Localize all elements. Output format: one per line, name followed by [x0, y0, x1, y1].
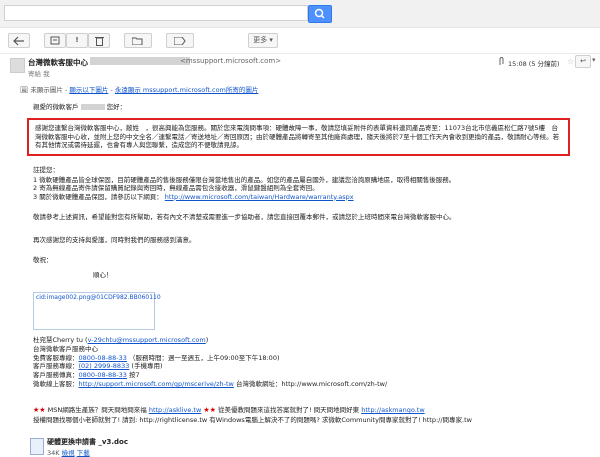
archive-button[interactable] [44, 33, 66, 48]
support-link[interactable]: http://support.microsoft.com/gp/mscerive… [79, 380, 234, 388]
wish: 順心！ [93, 271, 113, 279]
search-button[interactable] [308, 5, 332, 23]
signature: 杜宛慧Cherry tu (v-29chtu@mssupport.microso… [33, 336, 578, 389]
chevron-down-icon: ▾ [269, 36, 273, 44]
fax-link[interactable]: 0800-08-88-33 [79, 371, 127, 379]
timestamp: 15:08 (5 分鐘前) [508, 60, 560, 68]
label-icon [173, 36, 186, 46]
notice-box: 感謝您連繫台灣微軟客服中心，敝姓 ，很高興能為您服務。關於您來電詢問事項：硬體故… [27, 118, 570, 156]
show-images-link[interactable]: 顯示以下圖片 [69, 86, 108, 94]
images-notice-text: 未顯示圖片 [30, 86, 63, 94]
sig-row: 微軟線上客服：http://support.microsoft.com/gp/m… [33, 379, 388, 388]
asklive-link[interactable]: http://asklive.tw [149, 406, 201, 414]
download-attachment-link[interactable]: 下載 [77, 449, 90, 457]
attachment-clip-icon [498, 56, 505, 68]
trash-icon [94, 37, 104, 46]
move-to-button[interactable] [124, 33, 152, 48]
sig-center: 台灣微軟客戶服務中心 [33, 344, 98, 353]
promo-line-1: ★★ MSN網路生產族？問天問地問來福 http://asklive.tw ★★… [33, 406, 425, 414]
star-icon[interactable]: ☆ [567, 57, 574, 66]
back-button[interactable] [8, 33, 30, 48]
promo-line-2: 授權問題找哪個小老師就對了! 請到: http://rightlicense.t… [33, 416, 472, 424]
more-label: 更多 [253, 36, 268, 44]
reminder-item: 3 關於微軟硬體產品保固，請參訪以下網頁： http://www.microso… [33, 192, 354, 201]
image-icon: 🖼 [20, 86, 29, 94]
back-arrow-icon [13, 36, 24, 46]
spam-button[interactable]: ! [66, 33, 88, 48]
paragraph-thanks: 再次感謝您的支持與愛護，同時對我們的服務感到滿意。 [33, 236, 196, 244]
message-toolbar: ! 更多 ▾ [0, 29, 600, 54]
closing: 敬祝： [33, 256, 53, 264]
always-show-images-link[interactable]: 永遠顯示 mssupport.microsoft.com所寄的圖片 [115, 86, 259, 94]
folder-icon [131, 37, 143, 46]
sig-email-link[interactable]: v-29chtu@mssupport.microsoft.com [88, 336, 206, 344]
phone-link[interactable]: 0800-08-88-33 [79, 354, 127, 362]
reply-button[interactable]: ↩ [575, 55, 591, 68]
images-notice: 🖼 未顯示圖片 - 顯示以下圖片 - 永遠顯示 mssupport.micros… [20, 86, 259, 94]
avatar [10, 58, 25, 73]
reminder-item: 2 寄為無線產品寄件請保留購買紀錄與寄回時，無線產品需包含接收器，滑鼠鍵盤組則為… [33, 184, 319, 192]
askmango-link[interactable]: http://askmango.tw [361, 406, 424, 414]
star-icon: ★★ [33, 406, 46, 414]
greeting: 親愛的微軟客戶 您好： [33, 103, 127, 111]
doc-file-icon[interactable] [30, 438, 44, 455]
more-options-icon[interactable]: ▾ [592, 56, 596, 64]
reply-icon: ↩ [580, 57, 586, 65]
reminder-section: 註提您： 1 微軟硬體產品皆全球保固，目前硬體產品的售後服務僅限台灣當地售出的產… [33, 166, 578, 201]
redacted-address [90, 57, 190, 65]
notice-text: 感謝您連繫台灣微軟客服中心，敝姓 ，很高興能為您服務。關於您來電詢問事項：硬體故… [35, 124, 560, 149]
recipient[interactable]: 寄給 我 [28, 68, 50, 78]
attachment-meta: 34K 檢視 下載 [47, 447, 90, 457]
phone-link[interactable]: (02) 2999-8833 [79, 362, 130, 370]
sig-row: 客戶服務專線：(02) 2999-8833 (手機專用) [33, 362, 163, 371]
delete-button[interactable] [88, 33, 110, 48]
sender-email: <mssupport.microsoft.com> [180, 57, 282, 65]
spam-icon: ! [75, 36, 79, 44]
warranty-link[interactable]: http://www.microsoft.com/taiwan/Hardware… [165, 193, 354, 201]
archive-icon [50, 36, 60, 45]
star-icon: ★★ [203, 406, 216, 414]
top-bar [0, 0, 600, 28]
attachment-name[interactable]: 硬體更換申請書 _v3.doc [47, 437, 128, 447]
paragraph-info: 敬請參考上述資訊，希望能對您有所幫助，若有內文不清楚或需要進一步協助者，請您直接… [33, 213, 456, 221]
sender-name[interactable]: 台灣微軟客服中心 [28, 57, 88, 68]
search-input[interactable] [4, 5, 308, 21]
reminder-item: 1 微軟硬體產品皆全球保固，目前硬體產品的售後服務僅限台灣當地售出的產品。如您的… [33, 175, 456, 184]
reminder-title: 註提您： [33, 166, 59, 174]
attachment-size: 34K [47, 449, 60, 457]
redacted-name [80, 104, 105, 110]
view-attachment-link[interactable]: 檢視 [62, 449, 75, 457]
more-button[interactable]: 更多 ▾ [248, 33, 278, 48]
search-icon [314, 8, 325, 19]
message-header: 台灣微軟客服中心 <mssupport.microsoft.com> 寄給 我 … [0, 54, 600, 78]
sig-row: 客戶服務傳真：0800-08-88-33 按7 [33, 371, 140, 380]
sig-name: 杜宛慧Cherry tu [33, 336, 83, 344]
blocked-image: cid:image002.png@01CDF982.BB060110 [33, 292, 161, 330]
labels-button[interactable] [166, 33, 194, 48]
